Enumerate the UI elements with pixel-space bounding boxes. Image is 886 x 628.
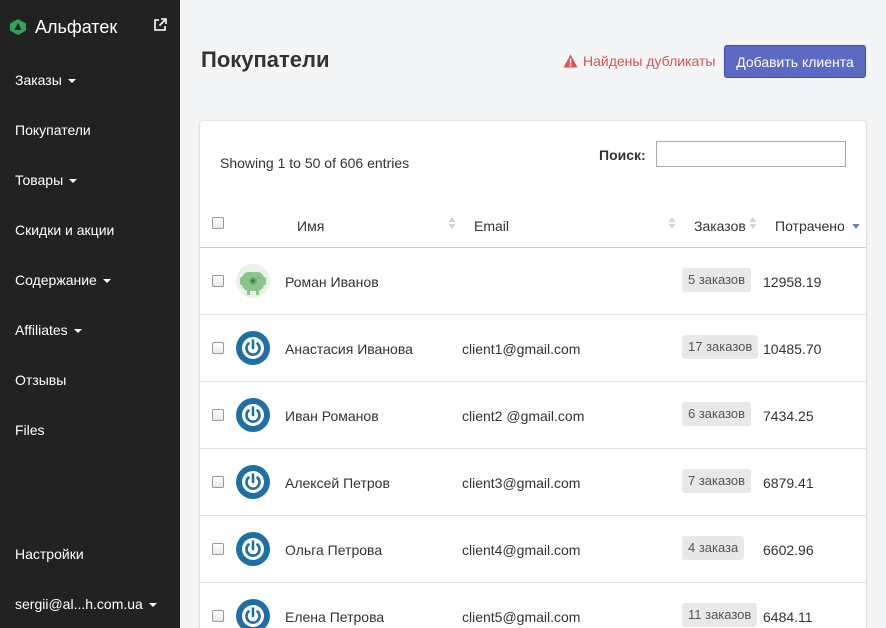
spent-amount: 10485.70 <box>763 341 822 357</box>
caret-down-icon <box>148 603 157 607</box>
sidebar-item-affiliates[interactable]: Affiliates <box>15 322 82 338</box>
search-label: Поиск: <box>599 147 646 163</box>
sidebar-item-label: Files <box>15 422 45 438</box>
sort-icon[interactable] <box>749 216 757 230</box>
spent-amount: 6879.41 <box>763 475 814 491</box>
spent-amount: 12958.19 <box>763 274 822 290</box>
page-title: Покупатели <box>201 47 330 72</box>
customer-name-link[interactable]: Алексей Петров <box>285 475 390 491</box>
row-checkbox[interactable] <box>212 610 224 622</box>
sidebar-item-discounts[interactable]: Скидки и акции <box>15 222 114 238</box>
customer-email: client2 @gmail.com <box>462 408 585 424</box>
spent-amount: 6484.11 <box>763 609 813 625</box>
duplicates-warning-link[interactable]: Найдены дубликаты <box>563 53 715 69</box>
row-checkbox[interactable] <box>212 342 224 354</box>
caret-down-icon <box>73 329 82 333</box>
table-row[interactable]: Иван Романов client2 @gmail.com 6 заказо… <box>200 382 866 449</box>
add-customer-button[interactable]: Добавить клиента <box>724 45 866 78</box>
column-header-name[interactable]: Имя <box>297 218 324 234</box>
sort-icon[interactable] <box>668 216 676 230</box>
select-all-checkbox[interactable] <box>212 217 224 229</box>
caret-down-icon <box>67 79 76 83</box>
table-row[interactable]: Роман Иванов 5 заказов 12958.19 <box>200 248 866 315</box>
table-row[interactable]: Ольга Петрова client4@gmail.com 4 заказа… <box>200 516 866 583</box>
table-row[interactable]: Елена Петрова client5@gmail.com 11 заказ… <box>200 583 866 628</box>
orders-count-badge: 5 заказов <box>682 268 752 292</box>
table-row[interactable]: Анастасия Иванова client1@gmail.com 17 з… <box>200 315 866 382</box>
customer-email: client1@gmail.com <box>462 341 581 357</box>
orders-count-badge: 11 заказов <box>682 603 758 627</box>
spent-amount: 7434.25 <box>763 408 814 424</box>
sidebar-item-orders[interactable]: Заказы <box>15 72 76 88</box>
customer-name-link[interactable]: Иван Романов <box>285 408 379 424</box>
spent-amount: 6602.96 <box>763 542 814 558</box>
power-avatar-icon <box>236 398 270 432</box>
sidebar-item-files[interactable]: Files <box>15 422 45 438</box>
power-avatar-icon <box>236 331 270 365</box>
sidebar-item-label: Отзывы <box>15 372 67 388</box>
sidebar-item-products[interactable]: Товары <box>15 172 78 188</box>
customer-email: client3@gmail.com <box>462 475 581 491</box>
sidebar-item-label: Заказы <box>15 72 62 88</box>
sidebar-item-label: Содержание <box>15 272 97 288</box>
orders-count-badge: 6 заказов <box>682 402 752 426</box>
sort-desc-icon[interactable] <box>852 218 860 232</box>
entries-info: Showing 1 to 50 of 606 entries <box>220 155 410 171</box>
power-avatar-icon <box>236 599 270 628</box>
warning-icon <box>563 54 578 68</box>
brand-name: Альфатек <box>35 16 118 37</box>
orders-count-badge: 7 заказов <box>682 469 752 493</box>
caret-down-icon <box>69 179 78 183</box>
column-header-spent[interactable]: Потрачено <box>775 218 845 234</box>
search-input[interactable] <box>656 141 846 167</box>
robot-avatar-icon <box>236 264 270 298</box>
external-link-icon[interactable] <box>153 18 167 32</box>
caret-down-icon <box>102 279 111 283</box>
sidebar-item-settings[interactable]: Настройки <box>15 546 84 562</box>
column-header-email[interactable]: Email <box>474 218 509 234</box>
customer-name-link[interactable]: Ольга Петрова <box>285 542 382 558</box>
power-avatar-icon <box>236 532 270 566</box>
customer-email: client4@gmail.com <box>462 542 581 558</box>
table-row[interactable]: Алексей Петров client3@gmail.com 7 заказ… <box>200 449 866 516</box>
sidebar-item-label: Скидки и акции <box>15 222 115 238</box>
row-checkbox[interactable] <box>212 275 224 287</box>
sort-icon[interactable] <box>448 216 456 230</box>
customer-email: client5@gmail.com <box>462 609 581 625</box>
sidebar-item-content[interactable]: Содержание <box>15 272 111 288</box>
customer-name-link[interactable]: Роман Иванов <box>285 274 379 290</box>
sidebar: Альфатек Заказы Покупатели Товары Скидки… <box>0 0 180 628</box>
sidebar-item-label: Покупатели <box>15 122 91 138</box>
sidebar-item-customers[interactable]: Покупатели <box>15 122 91 138</box>
sidebar-item-reviews[interactable]: Отзывы <box>15 372 66 388</box>
power-avatar-icon <box>236 465 270 499</box>
orders-count-badge: 17 заказов <box>682 335 759 359</box>
row-checkbox[interactable] <box>212 476 224 488</box>
user-menu[interactable]: sergii@al...h.com.ua <box>15 596 157 612</box>
brand[interactable]: Альфатек <box>9 14 169 40</box>
column-header-orders[interactable]: Заказов <box>694 218 746 234</box>
sidebar-item-label: Настройки <box>15 546 84 562</box>
brand-logo-icon <box>10 19 26 35</box>
row-checkbox[interactable] <box>212 543 224 555</box>
row-checkbox[interactable] <box>212 409 224 421</box>
customer-name-link[interactable]: Елена Петрова <box>285 609 384 625</box>
sidebar-item-label: Товары <box>15 172 64 188</box>
user-email: sergii@al...h.com.ua <box>15 596 143 612</box>
customers-table-card: Showing 1 to 50 of 606 entries Поиск: Им… <box>200 121 866 628</box>
customer-name-link[interactable]: Анастасия Иванова <box>285 341 413 357</box>
warning-label: Найдены дубликаты <box>583 53 716 69</box>
sidebar-item-label: Affiliates <box>15 322 68 338</box>
orders-count-badge: 4 заказа <box>682 536 745 560</box>
